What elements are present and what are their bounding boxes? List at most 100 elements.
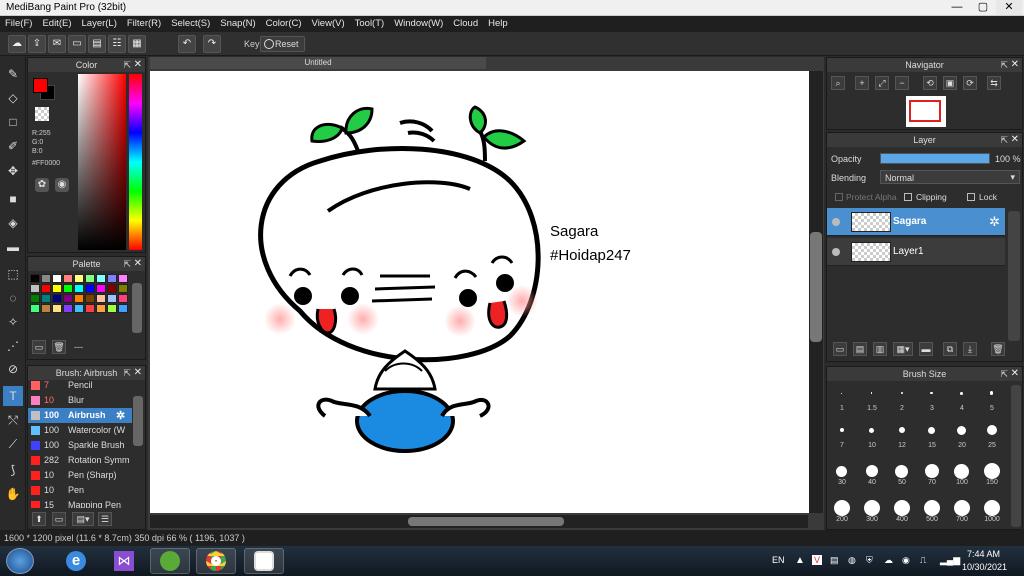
float-icon[interactable]: ⇱ (123, 58, 131, 72)
internet-explorer-icon[interactable]: e (56, 548, 96, 574)
navigator-viewport[interactable] (909, 100, 941, 122)
palette-swatch[interactable] (52, 294, 62, 303)
brush-item[interactable]: 10 Pen (Sharp) (28, 468, 132, 483)
folder-icon[interactable]: ▬ (919, 342, 933, 356)
navigator-thumbnail[interactable] (906, 96, 946, 127)
security-tray-icon[interactable]: ⛨ (866, 555, 873, 566)
palette-swatch[interactable] (63, 294, 73, 303)
tray-arrow-icon[interactable]: ▲ (795, 555, 805, 566)
chrome-icon[interactable] (196, 548, 236, 574)
reset-button[interactable]: Reset (260, 36, 305, 52)
close-icon[interactable]: ✕ (134, 366, 142, 380)
float-icon[interactable]: ⇱ (123, 257, 131, 271)
operation-tool-icon[interactable]: ⤲ (3, 410, 23, 430)
float-icon[interactable]: ⇱ (1000, 58, 1008, 72)
horizontal-scroll-thumb[interactable] (408, 517, 564, 526)
palette-swatch[interactable] (30, 294, 40, 303)
palette-swatch[interactable] (118, 294, 128, 303)
redo-icon[interactable]: ↷ (203, 35, 221, 53)
brush-item[interactable]: 100 Sparkle Brush (28, 438, 132, 453)
brush-size-dot[interactable] (960, 391, 963, 395)
layer-row-layer1[interactable]: Layer1 (827, 238, 1005, 266)
brush-size-dot[interactable] (863, 500, 880, 516)
eraser-tool-icon[interactable]: ◇ (3, 88, 23, 108)
rotate-left-icon[interactable]: ⟲ (923, 76, 937, 90)
menu-layer[interactable]: Layer(L) (77, 16, 122, 29)
duplicate-layer-icon[interactable]: ⧉ (943, 342, 957, 356)
visual-studio-icon[interactable]: ⋈ (104, 548, 144, 574)
color-wheel-icon[interactable]: ✿ (35, 178, 49, 192)
close-icon[interactable]: ✕ (1011, 133, 1019, 147)
rectangle-tool-icon[interactable]: □ (3, 112, 23, 132)
zoom-search-icon[interactable]: ⌕ (831, 76, 845, 90)
brush-size-dot[interactable] (898, 427, 905, 433)
brush-item[interactable]: 100 Watercolor (W (28, 423, 132, 438)
move-tool-icon[interactable]: ✥ (3, 161, 23, 181)
palette-scrollbar[interactable] (132, 283, 142, 333)
brush-size-dot[interactable] (983, 463, 1000, 479)
brush-settings-icon[interactable]: ☰ (98, 512, 112, 526)
gradient-tool-icon[interactable]: ▬ (3, 237, 23, 257)
hand-tool-icon[interactable]: ✋ (3, 484, 23, 504)
menu-window[interactable]: Window(W) (389, 16, 448, 29)
brush-size-dot[interactable] (924, 464, 939, 478)
brush-size-dot[interactable] (893, 500, 910, 516)
palette-swatch[interactable] (41, 284, 51, 293)
palette-swatch[interactable] (74, 284, 84, 293)
select-pen-tool-icon[interactable]: ⋰ (3, 336, 23, 356)
new-8bit-layer-icon[interactable]: ▥ (873, 342, 887, 356)
page-icon[interactable]: ▤ (88, 35, 106, 53)
brush-size-dot[interactable] (900, 392, 903, 394)
palette-swatch[interactable] (74, 274, 84, 283)
palette-swatch[interactable] (107, 304, 117, 313)
vivaldi-tray-icon[interactable]: V (812, 555, 823, 565)
actual-size-icon[interactable]: ▣ (943, 76, 957, 90)
transparent-swatch[interactable] (35, 107, 49, 121)
brush-size-dot[interactable] (986, 425, 997, 435)
layer-row-sagara[interactable]: Sagara ✲ (827, 208, 1005, 236)
vertical-scroll-thumb[interactable] (810, 232, 822, 342)
magic-wand-tool-icon[interactable]: ✧ (3, 312, 23, 332)
brush-size-dot[interactable] (833, 500, 850, 516)
palette-swatch[interactable] (63, 304, 73, 313)
palette-swatch[interactable] (118, 274, 128, 283)
brush-size-dot[interactable] (865, 465, 878, 477)
blending-select[interactable]: Normal ▾ (880, 170, 1020, 184)
palette-swatch[interactable] (63, 274, 73, 283)
document-icon[interactable]: ▭ (68, 35, 86, 53)
menu-edit[interactable]: Edit(E) (37, 16, 76, 29)
menu-tool[interactable]: Tool(T) (350, 16, 390, 29)
start-button[interactable] (6, 548, 34, 574)
float-icon[interactable]: ⇱ (1000, 367, 1008, 381)
palette-swatch[interactable] (96, 304, 106, 313)
visibility-icon[interactable] (832, 218, 840, 226)
brush-item[interactable]: 100 Airbrush ✲ (28, 408, 132, 423)
menu-snap[interactable]: Snap(N) (215, 16, 260, 29)
brush-item[interactable]: 7 Pencil (28, 378, 132, 393)
new-brush-icon[interactable]: ▭ (52, 512, 66, 526)
text-tool-icon[interactable]: T (3, 386, 23, 406)
float-icon[interactable]: ⇱ (1000, 133, 1008, 147)
hue-slider[interactable] (129, 74, 142, 250)
medibang-paint-icon[interactable] (244, 548, 284, 574)
palette-swatch[interactable] (96, 294, 106, 303)
zoom-in-icon[interactable]: + (855, 76, 869, 90)
merge-down-icon[interactable]: ⤓ (963, 342, 977, 356)
brush-size-dot[interactable] (923, 500, 940, 516)
palette-swatch[interactable] (96, 274, 106, 283)
brush-size-dot[interactable] (841, 392, 842, 394)
protect-alpha-checkbox[interactable] (835, 193, 843, 201)
menu-select[interactable]: Select(S) (166, 16, 215, 29)
delete-layer-icon[interactable]: 🗑 (991, 342, 1005, 356)
saturation-value-picker[interactable] (78, 74, 126, 250)
minimize-button[interactable]: — (944, 0, 970, 15)
close-icon[interactable]: ✕ (1011, 58, 1019, 72)
palette-swatch[interactable] (41, 274, 51, 283)
undo-icon[interactable]: ↶ (178, 35, 196, 53)
menu-color[interactable]: Color(C) (261, 16, 307, 29)
brush-tool-icon[interactable]: ✎ (3, 64, 23, 84)
palette-swatch[interactable] (52, 274, 62, 283)
brush-size-dot[interactable] (954, 463, 969, 479)
pen-tool-icon[interactable]: ✐ (3, 136, 23, 156)
layer-scrollbar[interactable] (1008, 211, 1020, 341)
